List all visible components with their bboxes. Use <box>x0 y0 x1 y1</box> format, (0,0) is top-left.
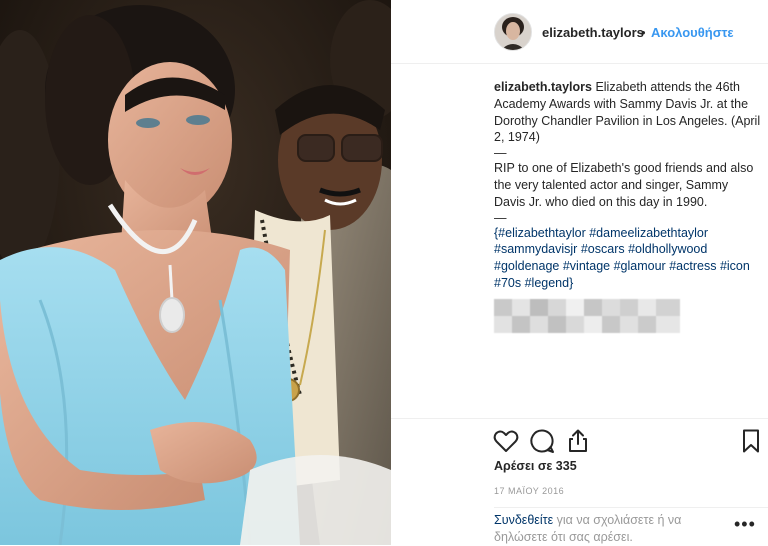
follow-separator: • <box>641 25 646 40</box>
hashtag[interactable]: #vintage <box>563 259 610 273</box>
avatar[interactable] <box>494 13 532 51</box>
hashtags: {#elizabethtaylor #dameelizabethtaylor #… <box>494 225 762 292</box>
header-username[interactable]: elizabeth.taylors <box>542 25 644 40</box>
share-icon[interactable] <box>564 427 592 455</box>
divider <box>494 507 768 508</box>
post-actions: Αρέσει σε 335 17 ΜΑΪΟΥ 2016 Συνδεθείτε γ… <box>391 418 768 546</box>
hashtag[interactable]: #dameelizabethtaylor <box>589 226 708 240</box>
login-link[interactable]: Συνδεθείτε <box>494 513 553 527</box>
follow-button[interactable]: Ακολουθήστε <box>651 25 734 40</box>
hashtag[interactable]: #icon <box>720 259 750 273</box>
caption-divider-2: — <box>494 210 507 225</box>
post-caption: elizabeth.taylors Elizabeth attends the … <box>494 79 762 292</box>
hashtag[interactable]: #sammydavisjr <box>494 242 577 256</box>
likes-count[interactable]: Αρέσει σε 335 <box>494 459 577 473</box>
caption-text-2: RIP to one of Elizabeth's good friends a… <box>494 161 754 209</box>
pixelated-comment <box>494 299 680 333</box>
caption-username[interactable]: elizabeth.taylors <box>494 80 592 94</box>
hashtag[interactable]: #70s <box>494 276 521 290</box>
hashtag[interactable]: #oldhollywood <box>628 242 707 256</box>
hashtag[interactable]: #actress <box>669 259 716 273</box>
more-options-icon[interactable]: ••• <box>734 515 756 533</box>
heart-icon[interactable] <box>492 427 520 455</box>
bookmark-icon[interactable] <box>737 427 765 455</box>
photo-illustration <box>0 0 391 545</box>
post-photo[interactable] <box>0 0 391 545</box>
hashtag[interactable]: #glamour <box>614 259 666 273</box>
post-sidebar: elizabeth.taylors • Ακολουθήστε elizabet… <box>391 0 768 545</box>
comment-icon[interactable] <box>528 427 556 455</box>
hashtag[interactable]: #goldenage <box>494 259 559 273</box>
caption-divider-1: — <box>494 146 507 161</box>
post-header: elizabeth.taylors • Ακολουθήστε <box>391 0 768 64</box>
post-date: 17 ΜΑΪΟΥ 2016 <box>494 486 565 496</box>
hashtag[interactable]: {#elizabethtaylor <box>494 226 586 240</box>
login-prompt: Συνδεθείτε για να σχολιάσετε ή να δηλώσε… <box>494 512 734 546</box>
hashtag[interactable]: #oscars <box>581 242 625 256</box>
hashtag[interactable]: #legend} <box>525 276 574 290</box>
